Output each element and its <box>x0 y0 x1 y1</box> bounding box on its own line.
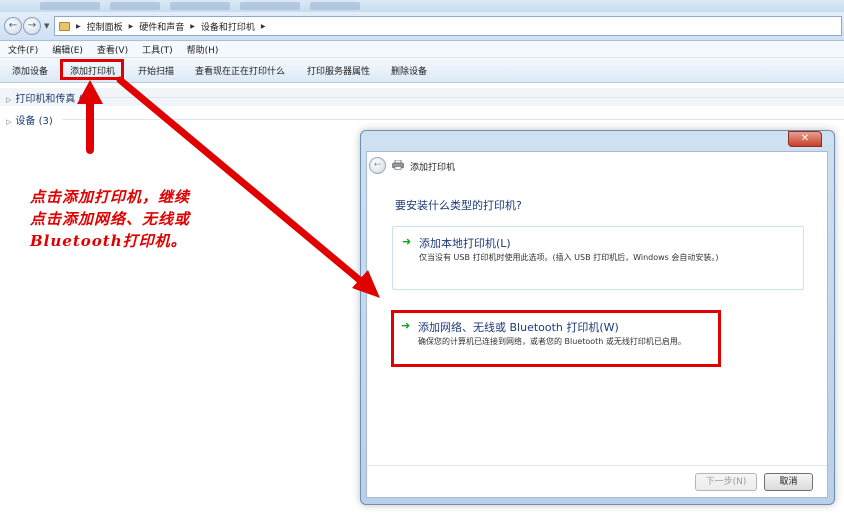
breadcrumb-item[interactable]: 硬件和声音 <box>139 20 184 33</box>
chevron-right-icon[interactable]: ▶ <box>261 23 266 30</box>
cancel-button[interactable]: 取消 <box>764 473 813 491</box>
window-titlebar <box>0 0 844 12</box>
expand-triangle-icon[interactable]: ▷ <box>6 118 11 126</box>
blurred-tab <box>240 2 300 10</box>
recent-pages-chevron-icon[interactable]: ▼ <box>44 22 49 30</box>
instruction-annotation: 点击添加打印机，继续 点击添加网络、无线或 Bluetooth打印机。 <box>30 186 260 252</box>
add-device-button[interactable]: 添加设备 <box>12 64 48 77</box>
print-server-properties-button[interactable]: 打印服务器属性 <box>307 64 370 77</box>
dialog-title: 添加打印机 <box>410 163 456 173</box>
menu-bar: 文件(F) 编辑(E) 查看(V) 工具(T) 帮助(H) <box>0 41 844 58</box>
menu-help[interactable]: 帮助(H) <box>187 43 219 56</box>
remove-device-button[interactable]: 删除设备 <box>391 64 427 77</box>
breadcrumb-item[interactable]: 控制面板 <box>87 20 123 33</box>
close-icon[interactable]: ✕ <box>788 131 822 147</box>
annotation-line: Bluetooth打印机。 <box>30 232 187 250</box>
address-bar: ← → ▼ ▶ 控制面板 ▶ 硬件和声音 ▶ 设备和打印机 ▶ <box>0 12 844 41</box>
start-scan-button[interactable]: 开始扫描 <box>138 64 174 77</box>
option-description: 仅当没有 USB 打印机时使用此选项。(插入 USB 打印机后，Windows … <box>419 253 719 262</box>
blurred-tab <box>40 2 100 10</box>
dialog-question: 要安装什么类型的打印机? <box>395 199 522 212</box>
expand-triangle-icon[interactable]: ▷ <box>6 96 11 104</box>
annotation-line: 点击添加网络、无线或 <box>30 210 191 228</box>
menu-edit[interactable]: 编辑(E) <box>52 43 83 56</box>
chevron-right-icon[interactable]: ▶ <box>129 23 134 30</box>
chevron-right-icon[interactable]: ▶ <box>190 23 195 30</box>
command-toolbar: 添加设备 添加打印机 开始扫描 查看现在正在打印什么 打印服务器属性 删除设备 <box>0 58 844 83</box>
group-divider <box>62 119 844 120</box>
dialog-footer-divider <box>367 465 827 466</box>
group-label: 设备 (3) <box>15 116 53 127</box>
blurred-tab <box>110 2 160 10</box>
see-whats-printing-button[interactable]: 查看现在正在打印什么 <box>195 64 285 77</box>
annotation-line: 点击添加打印机，继续 <box>30 188 191 206</box>
blurred-tab <box>170 2 230 10</box>
group-divider <box>100 97 844 98</box>
add-local-printer-option[interactable]: ➜ 添加本地打印机(L) 仅当没有 USB 打印机时使用此选项。(插入 USB … <box>392 226 804 290</box>
add-printer-highlight-box <box>60 59 124 80</box>
printers-group-header[interactable]: ▷ 打印机和传真 (4) <box>6 90 93 105</box>
option-title: 添加本地打印机(L) <box>419 237 511 250</box>
group-label: 打印机和传真 (4) <box>15 94 93 105</box>
menu-file[interactable]: 文件(F) <box>8 43 38 56</box>
menu-view[interactable]: 查看(V) <box>97 43 128 56</box>
devices-group-header[interactable]: ▷ 设备 (3) <box>6 112 53 127</box>
breadcrumb-item[interactable]: 设备和打印机 <box>201 20 255 33</box>
forward-arrow-icon[interactable]: → <box>23 17 41 35</box>
printer-icon <box>392 160 404 170</box>
breadcrumb[interactable]: ▶ 控制面板 ▶ 硬件和声音 ▶ 设备和打印机 ▶ <box>54 16 842 36</box>
network-printer-highlight-box <box>391 310 721 367</box>
control-panel-icon <box>59 21 70 31</box>
green-arrow-icon: ➜ <box>402 235 412 248</box>
back-arrow-icon[interactable]: ← <box>4 17 22 35</box>
chevron-right-icon[interactable]: ▶ <box>76 23 81 30</box>
blurred-tab <box>310 2 360 10</box>
back-arrow-icon[interactable]: ← <box>369 157 386 174</box>
next-button[interactable]: 下一步(N) <box>695 473 757 491</box>
menu-tools[interactable]: 工具(T) <box>142 43 173 56</box>
